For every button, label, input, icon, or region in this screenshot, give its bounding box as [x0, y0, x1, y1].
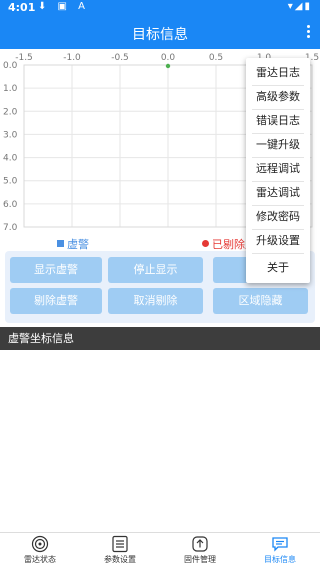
- nav-item-firmware[interactable]: 固件管理: [160, 535, 240, 569]
- legend-item-false-alarm: 虚警: [57, 236, 89, 252]
- status-time: 4:01: [8, 1, 36, 14]
- status-bar: 4:01 ⬇ ▣ A ▾◢▮: [0, 0, 320, 17]
- menu-item-one-key-upgrade[interactable]: 一键升级: [246, 133, 310, 157]
- y-tick-label: 2.0: [3, 107, 18, 117]
- data-point: [165, 63, 171, 69]
- nav-label: 目标信息: [264, 555, 296, 564]
- menu-item-change-password[interactable]: 修改密码: [246, 205, 310, 229]
- menu-item-upgrade-settings[interactable]: 升级设置: [246, 229, 310, 253]
- menu-item-radar-debug[interactable]: 雷达调试: [246, 181, 310, 205]
- menu-item-radar-log[interactable]: 雷达日志: [246, 61, 310, 85]
- x-tick-label: -1.0: [63, 53, 81, 63]
- notification-icons: ⬇ ▣ A: [38, 1, 90, 12]
- x-tick-label: -0.5: [111, 53, 129, 63]
- nav-label: 参数设置: [104, 555, 136, 564]
- cancel-delete-button[interactable]: 取消剔除: [108, 288, 203, 314]
- y-tick-label: 6.0: [3, 200, 18, 210]
- menu-item-advanced-params[interactable]: 高级参数: [246, 85, 310, 109]
- overflow-menu: 雷达日志 高级参数 错误日志 一键升级 远程调试 雷达调试 修改密码 升级设置 …: [246, 58, 310, 283]
- area-hide-button[interactable]: 区域隐藏: [213, 288, 308, 314]
- show-false-alarm-button[interactable]: 显示虚警: [10, 257, 102, 283]
- nav-item-params[interactable]: 参数设置: [80, 535, 160, 569]
- nav-item-radar-status[interactable]: 雷达状态: [0, 535, 80, 569]
- nav-label: 固件管理: [184, 555, 216, 564]
- y-tick-label: 1.0: [3, 84, 18, 94]
- legend-label: 虚警: [67, 238, 89, 251]
- nav-label: 雷达状态: [24, 555, 56, 564]
- firmware-upload-icon: [192, 536, 208, 552]
- legend-dot-red: [202, 240, 209, 247]
- more-vertical-icon[interactable]: [302, 23, 314, 43]
- menu-item-remote-debug[interactable]: 远程调试: [246, 157, 310, 181]
- y-tick-label: 7.0: [3, 223, 18, 233]
- menu-item-about[interactable]: 关于: [246, 256, 310, 280]
- app-bar: 目标信息: [0, 17, 320, 49]
- y-tick-label: 5.0: [3, 177, 18, 187]
- legend-swatch-blue: [57, 240, 64, 247]
- settings-list-icon: [112, 535, 128, 553]
- radar-icon: [31, 535, 49, 553]
- y-tick-label: 3.0: [3, 130, 18, 140]
- x-tick-label: 0.5: [209, 53, 223, 63]
- delete-false-alarm-button[interactable]: 剔除虚警: [10, 288, 102, 314]
- y-tick-label: 4.0: [3, 154, 18, 164]
- nav-item-target-info[interactable]: 目标信息: [240, 535, 320, 569]
- y-tick-label: 0.0: [3, 61, 18, 71]
- system-status-icons: ▾◢▮: [287, 1, 312, 12]
- bottom-nav: 雷达状态 参数设置 固件管理 目标信息: [0, 532, 320, 568]
- menu-divider: [252, 253, 304, 254]
- x-tick-label: 0.0: [161, 53, 176, 63]
- menu-item-error-log[interactable]: 错误日志: [246, 109, 310, 133]
- x-tick-label: -1.5: [15, 53, 33, 63]
- page-title: 目标信息: [132, 27, 188, 43]
- false-alarm-coords-header: 虚警坐标信息: [0, 327, 320, 350]
- message-icon: [272, 537, 288, 552]
- stop-show-button[interactable]: 停止显示: [108, 257, 203, 283]
